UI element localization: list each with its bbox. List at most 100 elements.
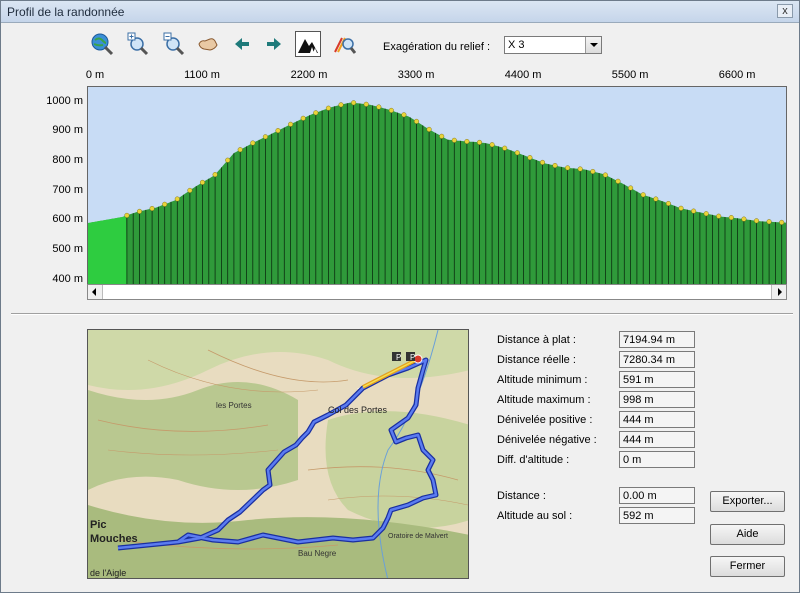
waypoint-marker (351, 100, 357, 106)
stat-distance-plat: Distance à plat : 7194.94 m (497, 331, 707, 349)
waypoint-marker (502, 145, 508, 151)
x-tick-label: 0 m (85, 69, 105, 81)
zoom-out-icon[interactable] (161, 31, 187, 57)
scroll-left-button[interactable] (88, 285, 103, 299)
waypoint-marker (225, 157, 231, 163)
waypoint-marker (779, 219, 785, 225)
arrow-left-icon[interactable] (229, 31, 255, 57)
stat-distance: Distance : 0.00 m (497, 487, 707, 505)
waypoint-marker (489, 142, 495, 148)
map-label: les Portes (216, 401, 252, 410)
waypoint-marker (300, 115, 306, 121)
title-bar: Profil de la randonnée x (1, 1, 799, 23)
separator (11, 313, 793, 315)
topo-map[interactable]: P P Col des Portes les Portes Pic Mouche… (87, 329, 469, 579)
den-pos-value: 444 m (619, 411, 695, 428)
exaggeration-value: X 3 (508, 39, 525, 51)
waypoint-marker (577, 166, 583, 172)
hand-pan-icon[interactable] (195, 31, 221, 57)
waypoint-marker (325, 105, 331, 111)
waypoint-marker (590, 168, 596, 174)
x-tick-label: 3300 m (397, 69, 435, 81)
window-title: Profil de la randonnée (7, 5, 125, 19)
den-neg-value: 444 m (619, 431, 695, 448)
waypoint-marker (237, 147, 243, 153)
waypoint-marker (137, 208, 143, 214)
waypoint-marker (187, 187, 193, 193)
waypoint-marker (615, 178, 621, 184)
waypoint-marker (313, 110, 319, 116)
waypoint-marker (565, 165, 571, 171)
waypoint-marker (124, 212, 130, 218)
x-tick-label: 1100 m (184, 69, 220, 81)
map-label: Bau Negre (298, 549, 337, 558)
stat-alt-sol: Altitude au sol : 592 m (497, 507, 707, 525)
close-dialog-button[interactable]: Fermer (710, 556, 785, 577)
x-tick-label: 6600 m (718, 69, 756, 81)
waypoint-marker (640, 192, 646, 198)
waypoint-marker (766, 219, 772, 225)
export-button[interactable]: Exporter... (710, 491, 785, 512)
stat-den-neg: Dénivelée négative : 444 m (497, 431, 707, 449)
map-label: de l'Aigle (90, 568, 126, 578)
waypoint-marker (149, 205, 155, 211)
map-label: Mouches (90, 533, 138, 545)
waypoint-marker (703, 211, 709, 217)
waypoint-marker (716, 213, 722, 219)
x-tick-label: 4400 m (504, 69, 542, 81)
waypoint-marker (376, 104, 382, 110)
y-tick-label: 900 m (52, 124, 83, 137)
waypoint-marker (250, 140, 256, 146)
terrain-area (88, 102, 786, 285)
alt-min-value: 591 m (619, 371, 695, 388)
alt-sol-value: 592 m (619, 507, 695, 524)
stat-diff-alt: Diff. d'altitude : 0 m (497, 451, 707, 469)
waypoint-marker (363, 101, 369, 107)
waypoint-marker (275, 128, 281, 134)
distance-value: 0.00 m (619, 487, 695, 504)
svg-text:P: P (396, 353, 401, 362)
distance-reelle-value: 7280.34 m (619, 351, 695, 368)
waypoint-marker (754, 218, 760, 224)
relief-terrain-icon[interactable] (295, 31, 321, 57)
waypoint-marker (540, 159, 546, 165)
zoom-in-icon[interactable] (125, 31, 151, 57)
waypoint-marker (212, 172, 218, 178)
waypoint-marker (477, 139, 483, 145)
route-zoom-icon[interactable] (331, 31, 357, 57)
globe-zoom-icon[interactable] (89, 31, 115, 57)
arrow-right-icon[interactable] (261, 31, 287, 57)
y-axis-ticks: 1000 m 900 m 800 m 700 m 600 m 500 m 400 m (31, 86, 86, 286)
y-tick-label: 400 m (52, 272, 83, 285)
stat-alt-min: Altitude minimum : 591 m (497, 371, 707, 389)
waypoint-marker (665, 200, 671, 206)
waypoint-marker (262, 134, 268, 140)
x-axis-ticks: 0 m 1100 m 2200 m 3300 m 4400 m 5500 m 6600 m (1, 69, 800, 83)
waypoint-marker (464, 139, 470, 145)
waypoint-marker (426, 126, 432, 132)
waypoint-marker (414, 118, 420, 124)
map-label: Col des Portes (328, 405, 388, 415)
waypoint-marker (741, 216, 747, 222)
distance-plat-value: 7194.94 m (619, 331, 695, 348)
exaggeration-select[interactable]: X 3 (504, 36, 602, 54)
diff-alt-value: 0 m (619, 451, 695, 468)
scroll-right-button[interactable] (771, 285, 786, 299)
waypoint-marker (451, 137, 457, 143)
exaggeration-label: Exagération du relief : (383, 41, 491, 53)
horizontal-scrollbar[interactable] (87, 284, 787, 300)
terrain-start-area (88, 215, 127, 285)
waypoint-marker (288, 121, 294, 127)
close-button[interactable]: x (777, 4, 793, 18)
waypoint-marker (653, 196, 659, 202)
y-tick-label: 500 m (52, 242, 83, 255)
waypoint-marker (691, 208, 697, 214)
elevation-profile-chart[interactable] (87, 86, 787, 286)
help-button[interactable]: Aide (710, 524, 785, 545)
chevron-down-icon[interactable] (585, 37, 601, 53)
y-tick-label: 600 m (52, 213, 83, 226)
waypoint-marker (728, 215, 734, 221)
x-tick-label: 5500 m (611, 69, 649, 81)
x-tick-label: 2200 m (290, 69, 328, 81)
waypoint-marker (199, 179, 205, 185)
